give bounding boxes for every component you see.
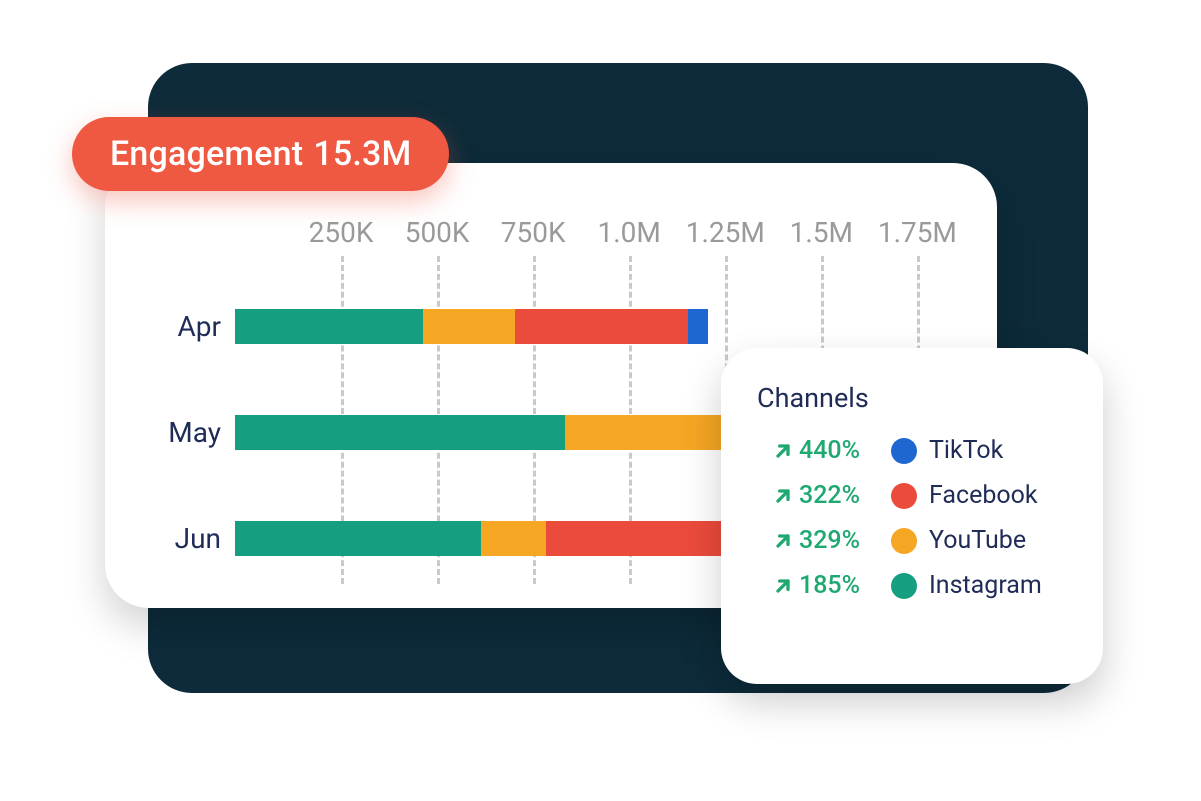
legend-swatch <box>891 438 917 464</box>
bar-segment-tiktok <box>688 309 707 344</box>
legend-item-tiktok: 440% TikTok <box>773 436 1067 465</box>
legend-percent: 322% <box>799 481 883 510</box>
x-tick-label: 500K <box>405 216 470 249</box>
engagement-badge-label: Engagement <box>110 134 303 174</box>
bar-segment-instagram <box>235 415 565 450</box>
legend-percent: 329% <box>799 526 883 555</box>
legend-swatch <box>891 573 917 599</box>
x-tick-label: 1.5M <box>790 216 853 249</box>
legend-percent: 440% <box>799 436 883 465</box>
legend-item-instagram: 185% Instagram <box>773 571 1067 600</box>
x-tick-label: 1.75M <box>878 216 957 249</box>
legend-name: YouTube <box>929 526 1026 555</box>
category-label: Apr <box>115 310 235 343</box>
legend-swatch <box>891 483 917 509</box>
trend-up-icon <box>773 486 793 506</box>
legend-name: Instagram <box>929 571 1042 600</box>
engagement-badge: Engagement 15.3M <box>72 117 449 191</box>
x-tick-label: 250K <box>309 216 374 249</box>
bar-segment-instagram <box>235 521 481 556</box>
engagement-badge-value: 15.3M <box>313 134 411 174</box>
x-tick-label: 1.0M <box>598 216 661 249</box>
trend-up-icon <box>773 576 793 596</box>
x-tick-label: 750K <box>501 216 566 249</box>
legend-swatch <box>891 528 917 554</box>
legend-item-facebook: 322% Facebook <box>773 481 1067 510</box>
channels-legend-card: Channels 440% TikTok 322% Facebook 329% YouTu… <box>721 348 1103 684</box>
trend-up-icon <box>773 441 793 461</box>
x-tick-label: 1.25M <box>686 216 765 249</box>
bar-wrap <box>235 309 975 344</box>
bar-segment-youtube <box>423 309 515 344</box>
bar-segment-facebook <box>515 309 688 344</box>
bar-row: Apr <box>115 306 975 346</box>
bar-segment-youtube <box>481 521 546 556</box>
legend-item-youtube: 329% YouTube <box>773 526 1067 555</box>
category-label: May <box>115 416 235 449</box>
legend-name: TikTok <box>929 436 1003 465</box>
legend-title: Channels <box>757 382 1067 414</box>
bar-segment-instagram <box>235 309 423 344</box>
legend-name: Facebook <box>929 481 1038 510</box>
legend-percent: 185% <box>799 571 883 600</box>
category-label: Jun <box>115 522 235 555</box>
trend-up-icon <box>773 531 793 551</box>
